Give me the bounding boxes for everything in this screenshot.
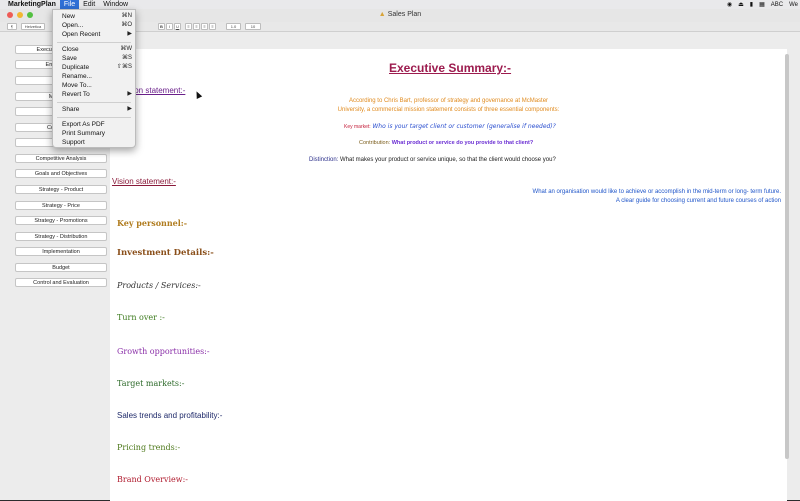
menu-window[interactable]: Window	[99, 0, 132, 9]
intro-line-1: According to Chris Bart, professor of st…	[348, 98, 549, 104]
menu-item-open-recent[interactable]: Open Recent ▶	[53, 30, 135, 39]
menu-item-rename[interactable]: Rename...	[53, 72, 135, 81]
menu-item-duplicate[interactable]: Duplicate ⇧⌘S	[53, 63, 135, 72]
vision-line-1: What an organisation would like to achie…	[532, 189, 781, 195]
align-left-icon[interactable]: ≡	[185, 23, 192, 30]
menu-separator	[57, 42, 131, 43]
line-spacing-select[interactable]: 1.0	[226, 23, 241, 30]
align-right-icon[interactable]: ≡	[201, 23, 208, 30]
sidebar-item-strategy-price[interactable]: Strategy - Price	[15, 201, 107, 210]
sidebar-item-strategy-distribution[interactable]: Strategy - Distribution	[15, 232, 107, 241]
submenu-arrow-icon: ▶	[127, 31, 132, 37]
pricing-trends-heading: Pricing trends:-	[117, 443, 181, 452]
sidebar-item-strategy-promotions[interactable]: Strategy - Promotions	[15, 216, 107, 225]
align-center-icon[interactable]: ≡	[193, 23, 200, 30]
sidebar-item-goals[interactable]: Goals and Objectives	[15, 169, 107, 178]
document-scrollbar[interactable]	[785, 54, 789, 459]
submenu-arrow-icon: ▶	[127, 106, 132, 112]
menu-separator	[57, 102, 131, 103]
menu-edit[interactable]: Edit	[79, 0, 99, 9]
input-source-label[interactable]: ABC	[771, 2, 783, 8]
wifi-icon[interactable]: ◉	[727, 1, 732, 8]
submenu-arrow-icon: ▶	[127, 91, 132, 97]
bold-button[interactable]: B	[158, 23, 165, 30]
vision-heading: Vision statement:-	[112, 177, 176, 186]
clock-label[interactable]: We	[789, 2, 798, 8]
menu-item-share[interactable]: Share ▶	[53, 105, 135, 114]
document-icon: ▲	[378, 11, 386, 18]
distinction-line: Distinction: What makes your product or …	[309, 157, 556, 163]
sidebar-item-control-evaluation[interactable]: Control and Evaluation	[15, 278, 107, 287]
menu-item-new[interactable]: New ⌘N	[53, 12, 135, 21]
investment-heading: Investment Details:-	[117, 248, 214, 258]
menu-item-open[interactable]: Open... ⌘O	[53, 21, 135, 30]
menu-item-export-pdf[interactable]: Export As PDF	[53, 120, 135, 129]
battery-icon[interactable]: ▮	[750, 1, 753, 8]
menu-item-print-summary[interactable]: Print Summary	[53, 129, 135, 138]
key-personnel-heading: Key personnel:-	[117, 218, 188, 228]
align-justify-icon[interactable]: ≡	[209, 23, 216, 30]
menu-bar: MarketingPlan File Edit Window ◉ ⏏ ▮ ▦ A…	[0, 0, 800, 9]
key-market-line: Key market: Who is your target client or…	[344, 123, 556, 130]
document-editor[interactable]: Executive Summary:- Mission statement:- …	[110, 49, 787, 501]
target-markets-heading: Target markets:-	[117, 379, 185, 388]
sidebar-item-strategy-product[interactable]: Strategy - Product	[15, 185, 107, 194]
growth-heading: Growth opportunities:-	[117, 347, 210, 356]
menu-item-close[interactable]: Close ⌘W	[53, 45, 135, 54]
sidebar-item-competitive-analysis[interactable]: Competitive Analysis	[15, 154, 107, 163]
turnover-heading: Turn over :-	[117, 313, 165, 322]
paragraph-style-select[interactable]: ¶	[7, 23, 17, 30]
brand-overview-heading: Brand Overview:-	[117, 475, 188, 484]
intro-line-2: University, a commercial mission stateme…	[337, 107, 560, 113]
file-menu-dropdown: New ⌘N Open... ⌘O Open Recent ▶ Close ⌘W Sav…	[52, 9, 136, 148]
sidebar-item-implementation[interactable]: Implementation	[15, 247, 107, 256]
list-style-select[interactable]: 10	[245, 23, 261, 30]
italic-button[interactable]: I	[166, 23, 173, 30]
input-source-icon[interactable]: ▦	[759, 1, 765, 8]
products-heading: Products / Services:-	[117, 281, 201, 290]
underline-button[interactable]: U	[174, 23, 181, 30]
menu-file[interactable]: File	[59, 0, 80, 9]
eject-icon[interactable]: ⏏	[738, 1, 744, 8]
sidebar-item-budget[interactable]: Budget	[15, 263, 107, 272]
contribution-line: Contribution: What product or service do…	[359, 140, 534, 146]
menu-app-name[interactable]: MarketingPlan	[4, 0, 60, 9]
status-area: ◉ ⏏ ▮ ▦ ABC We	[727, 0, 798, 9]
vision-line-2: A clear guide for choosing current and f…	[615, 198, 781, 204]
menu-item-revert-to[interactable]: Revert To ▶	[53, 90, 135, 99]
font-family-select[interactable]: Helvetica	[21, 23, 45, 30]
menu-item-save[interactable]: Save ⌘S	[53, 54, 135, 63]
executive-summary-title: Executive Summary:-	[389, 61, 512, 75]
menu-separator	[57, 117, 131, 118]
menu-item-move-to[interactable]: Move To...	[53, 81, 135, 90]
sales-trends-heading: Sales trends and profitability:-	[117, 411, 223, 420]
menu-item-support[interactable]: Support	[53, 138, 135, 147]
